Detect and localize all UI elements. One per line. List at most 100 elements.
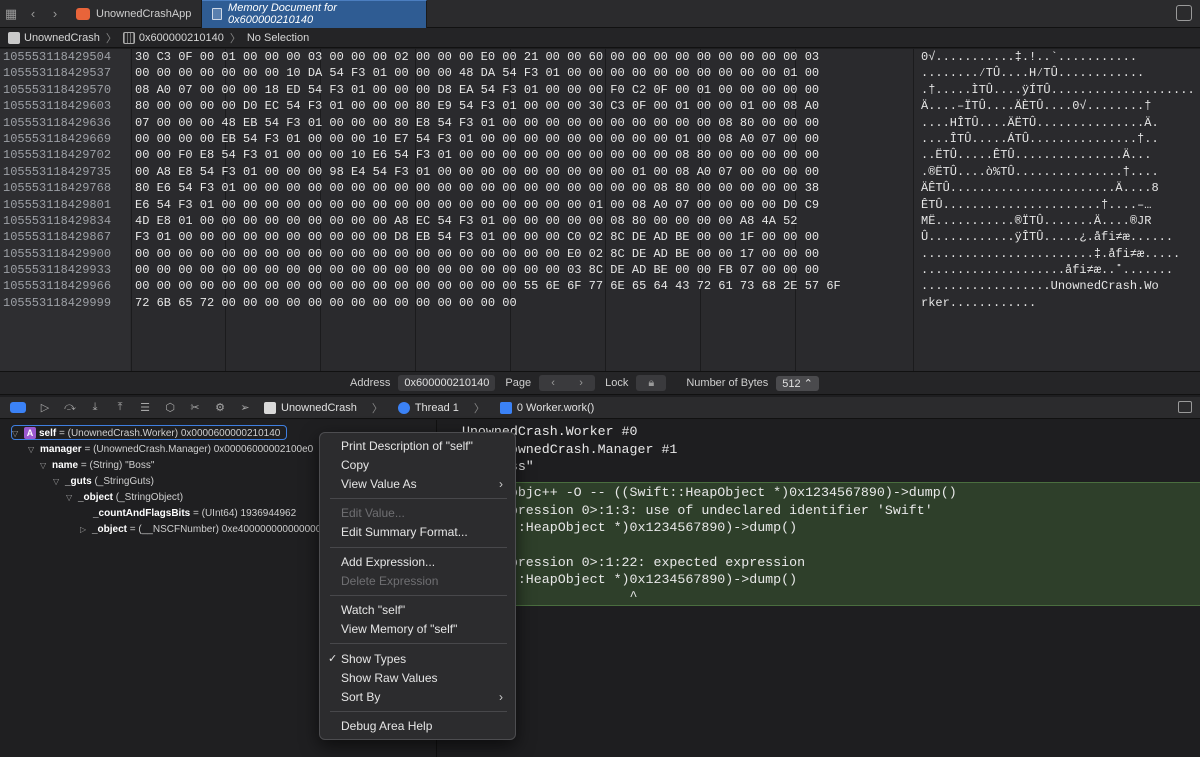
memory-ascii-row: .®ËTÛ....ò%TÛ...............†.... — [921, 164, 1159, 179]
memory-address: 105553118429570 — [3, 82, 112, 97]
simulate-icon[interactable]: ⚙ — [214, 402, 226, 414]
memory-hex-row: 00 00 00 00 EB 54 F3 01 00 00 00 10 E7 5… — [135, 131, 820, 146]
disclosure-icon[interactable]: ▽ — [12, 426, 24, 441]
address-field[interactable]: 0x600000210140 — [398, 375, 496, 391]
memory-ascii-row: ....HÎTÛ....ÄËTÛ...............Ä. — [921, 115, 1159, 130]
menu-debug-area-help[interactable]: Debug Area Help — [320, 717, 515, 736]
chevron-right-icon: 〉 — [473, 402, 485, 415]
memory-ascii-row: rker............ — [921, 295, 1037, 310]
memory-address: 105553118429768 — [3, 181, 112, 196]
menu-add-expression[interactable]: Add Expression... — [320, 553, 515, 572]
memory-ascii-row: ....ÎTÛ.....ÁTÛ...............†.. — [921, 131, 1159, 146]
back-icon[interactable]: ‹ — [22, 3, 44, 25]
menu-label: Sort By — [341, 690, 381, 704]
memory-address: 105553118429966 — [3, 279, 112, 294]
menu-label: Show Types — [341, 652, 407, 666]
disclosure-icon[interactable]: ▽ — [66, 490, 78, 505]
menu-view-value-as[interactable]: View Value As › — [320, 475, 515, 494]
menu-sort-by[interactable]: Sort By › — [320, 688, 515, 707]
crumb-label: Thread 1 — [414, 401, 459, 414]
hide-debug-area-icon[interactable] — [1178, 401, 1192, 413]
view-hierarchy-icon[interactable]: ☰ — [139, 402, 151, 414]
variable-row-self[interactable]: ▽ Aself = (UnownedCrash.Worker) 0x0000600… — [11, 425, 288, 441]
menu-separator — [330, 643, 507, 644]
variable-row[interactable]: ▽ name = (String) "Boss" — [40, 458, 154, 473]
menu-watch[interactable]: Watch "self" — [320, 601, 515, 620]
menu-separator — [330, 595, 507, 596]
variable-row[interactable]: ▽ _guts (_StringGuts) — [53, 474, 154, 489]
menu-edit-summary-format[interactable]: Edit Summary Format... — [320, 523, 515, 542]
variable-row[interactable]: ▷ _object = (__NSCFNumber) 0xe40000000000… — [80, 522, 321, 537]
continue-icon[interactable]: ▷ — [39, 402, 51, 414]
split-editor-icon[interactable] — [1176, 5, 1192, 21]
chevron-left-icon[interactable]: ‹ — [551, 377, 555, 389]
disclosure-icon[interactable]: ▽ — [40, 458, 52, 473]
memory-address: 105553118429504 — [3, 50, 112, 64]
jump-bar: UnownedCrash 〉 0x600000210140 〉 No Selec… — [0, 28, 1200, 48]
lock-label: Lock — [605, 377, 629, 389]
jumpbar-address[interactable]: 0x600000210140 — [139, 32, 224, 44]
menu-separator — [330, 711, 507, 712]
disclosure-icon[interactable]: ▽ — [53, 474, 65, 489]
environment-icon[interactable]: ✂ — [189, 402, 201, 414]
breakpoints-toggle-icon[interactable] — [10, 402, 26, 413]
step-over-icon[interactable]: ⤼ — [64, 401, 76, 414]
chevron-right-icon: 〉 — [371, 402, 383, 415]
variable-name: name — [52, 460, 79, 471]
variable-value: = (UnownedCrash.Worker) 0x00006000002101… — [56, 428, 281, 439]
menu-copy[interactable]: Copy — [320, 456, 515, 475]
crumb-thread[interactable]: Thread 1 — [397, 401, 459, 414]
step-out-icon[interactable]: ⤒ — [114, 401, 126, 414]
ascii-column[interactable]: 0√...........‡.!..`........... ........⁄T… — [918, 49, 1195, 311]
variable-name: self — [39, 428, 57, 439]
menu-show-raw-values[interactable]: Show Raw Values — [320, 669, 515, 688]
menu-view-memory[interactable]: View Memory of "self" — [320, 620, 515, 639]
grid-icon[interactable]: ▦ — [0, 3, 22, 25]
jumpbar-selection[interactable]: No Selection — [247, 32, 309, 44]
tab-bar: ▦ ‹ › UnownedCrashApp Memory Document fo… — [0, 0, 1200, 28]
tab-unownedcrashapp[interactable]: UnownedCrashApp — [66, 0, 203, 28]
variable-row[interactable]: ▽ manager = (UnownedCrash.Manager) 0x0000… — [28, 442, 313, 457]
menu-print-description[interactable]: Print Description of "self" — [320, 437, 515, 456]
tab-memory-document[interactable]: Memory Document for 0x600000210140 — [202, 0, 428, 28]
bytes-label: Number of Bytes — [686, 377, 769, 389]
jumpbar-project[interactable]: UnownedCrash — [24, 32, 100, 44]
chevron-right-icon: › — [499, 477, 503, 491]
lock-icon: 🔒︎ — [648, 376, 655, 389]
location-icon[interactable]: ➢ — [239, 402, 251, 414]
memory-address: 105553118429999 — [3, 295, 112, 310]
step-into-icon[interactable]: ⤓ — [89, 401, 101, 414]
crumb-project[interactable]: UnownedCrash — [264, 401, 357, 414]
console-output[interactable]: UnownedCrash.Worker #0 er: UnownedCrash.… — [438, 420, 1200, 757]
address-column: 105553118429504 105553118429537 1055531184… — [0, 49, 130, 371]
lock-toggle[interactable]: 🔒︎ — [636, 375, 667, 391]
memory-address: 105553118429636 — [3, 115, 112, 130]
disclosure-icon[interactable]: ▽ — [28, 442, 40, 457]
bytes-select[interactable]: 512 ⌃ — [776, 375, 819, 391]
variable-value: (_StringObject) — [113, 492, 184, 503]
variable-row[interactable]: _countAndFlagsBits = (UInt64) 1936944962 — [93, 506, 296, 521]
memory-browser[interactable]: 105553118429504 105553118429537 1055531184… — [0, 49, 1200, 371]
variable-row[interactable]: ▽ _object (_StringObject) — [66, 490, 183, 505]
forward-icon[interactable]: › — [44, 3, 66, 25]
memory-ascii-row: ÊTÛ......................†....–… — [921, 197, 1152, 212]
memory-ascii-row: MË...........®ÏTÛ.......Ä....®JR — [921, 213, 1152, 228]
page-stepper[interactable]: ‹ › — [539, 375, 596, 391]
menu-show-types[interactable]: ✓ Show Types — [320, 650, 515, 669]
memory-ascii-row: ..................UnownedCrash.Wo — [921, 279, 1159, 294]
chevron-right-icon[interactable]: › — [579, 377, 583, 389]
memory-graph-icon[interactable]: ⬡ — [164, 402, 176, 414]
memory-address: 105553118429900 — [3, 246, 112, 261]
memory-ascii-row: .†.....ÌTÛ....ÿÍTÛ.................... — [921, 82, 1195, 97]
tab-label: Memory Document for 0x600000210140 — [228, 2, 337, 26]
memory-address: 105553118429867 — [3, 230, 112, 245]
menu-edit-value: Edit Value... — [341, 506, 405, 520]
disclosure-icon[interactable]: ▷ — [80, 522, 92, 537]
context-menu: Print Description of "self" Copy View Va… — [319, 432, 516, 740]
argument-icon: A — [24, 427, 36, 439]
menu-label: View Value As — [341, 477, 417, 491]
memory-hex-row: 30 C3 0F 00 01 00 00 00 03 00 00 00 02 0… — [135, 50, 820, 64]
menu-separator — [330, 498, 507, 499]
hex-column[interactable]: 30 C3 0F 00 01 00 00 00 03 00 00 00 02 0… — [132, 49, 841, 311]
crumb-frame[interactable]: 0 Worker.work() — [499, 401, 594, 414]
